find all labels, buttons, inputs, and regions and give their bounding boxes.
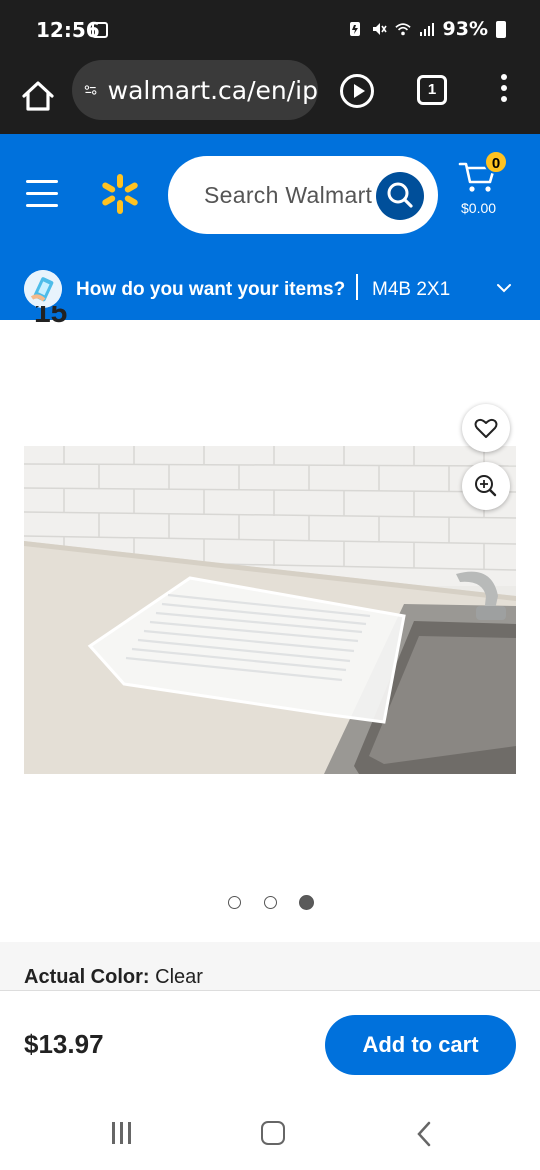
carousel-dot[interactable] — [228, 896, 241, 909]
zoom-in-icon — [475, 475, 497, 497]
signal-icon — [419, 23, 434, 36]
hamburger-menu-icon[interactable] — [26, 180, 58, 207]
back-icon[interactable] — [414, 1120, 434, 1148]
walmart-spark-icon[interactable] — [98, 172, 142, 216]
chevron-down-icon — [497, 284, 511, 293]
cart-total: $0.00 — [461, 200, 497, 216]
battery-icon — [496, 20, 506, 38]
search-placeholder: Search Walmart — [204, 182, 373, 208]
mute-icon — [372, 23, 387, 35]
rating-count-peek: 15 — [34, 306, 68, 324]
site-header: Search Walmart 0 $0.00 How do you want y… — [0, 134, 540, 320]
image-carousel-indicator — [226, 894, 326, 912]
heart-icon — [474, 418, 498, 438]
dish-drying-tray-image — [24, 446, 516, 774]
zoom-button[interactable] — [462, 462, 510, 510]
delivery-selector[interactable]: How do you want your items? M4B 2X1 — [0, 262, 540, 320]
add-to-cart-bar: $13.97 Add to cart — [0, 990, 540, 1094]
status-icons: 93% — [347, 18, 506, 40]
postal-code: M4B 2X1 — [372, 279, 451, 300]
variant-section: Actual Color: Clear — [0, 942, 540, 990]
search-input[interactable]: Search Walmart — [168, 156, 438, 234]
carousel-dot[interactable] — [264, 896, 277, 909]
search-button[interactable] — [376, 172, 424, 220]
delivery-question: How do you want your items? — [76, 279, 346, 300]
divider — [356, 274, 358, 300]
system-navigation-bar — [0, 1094, 540, 1170]
battery-saver-icon — [349, 22, 360, 36]
color-label: Actual Color: Clear — [24, 966, 203, 989]
home-icon[interactable] — [18, 76, 58, 116]
product-image[interactable] — [24, 446, 516, 774]
more-vertical-icon[interactable] — [498, 74, 510, 108]
status-bar: 12:56 93% — [0, 0, 540, 60]
wifi-icon — [394, 23, 411, 36]
color-label-key: Actual Color: — [24, 966, 150, 988]
url-text: walmart.ca/en/ip — [107, 75, 318, 105]
recent-apps-icon[interactable] — [110, 1122, 134, 1144]
color-value: Clear — [155, 966, 203, 988]
tab-switcher-button[interactable]: 1 — [417, 75, 447, 105]
gallery-notification-icon — [92, 22, 108, 38]
phone-delivery-icon — [24, 270, 62, 308]
cart-button[interactable]: 0 $0.00 — [456, 150, 516, 226]
carousel-dot-active[interactable] — [299, 895, 314, 910]
status-time: 12:56 — [36, 18, 100, 42]
browser-toolbar: walmart.ca/en/ip 1 — [0, 60, 540, 134]
battery-percent: 93% — [442, 18, 488, 40]
cart-count-badge: 0 — [484, 150, 508, 174]
address-bar[interactable]: walmart.ca/en/ip — [72, 60, 318, 120]
add-to-cart-button[interactable]: Add to cart — [325, 1015, 516, 1075]
home-nav-icon[interactable] — [261, 1121, 285, 1145]
play-circle-icon[interactable] — [340, 74, 374, 108]
search-icon — [387, 182, 413, 208]
product-price: $13.97 — [24, 1029, 104, 1059]
tune-icon[interactable] — [84, 78, 98, 102]
favorite-button[interactable] — [462, 404, 510, 452]
